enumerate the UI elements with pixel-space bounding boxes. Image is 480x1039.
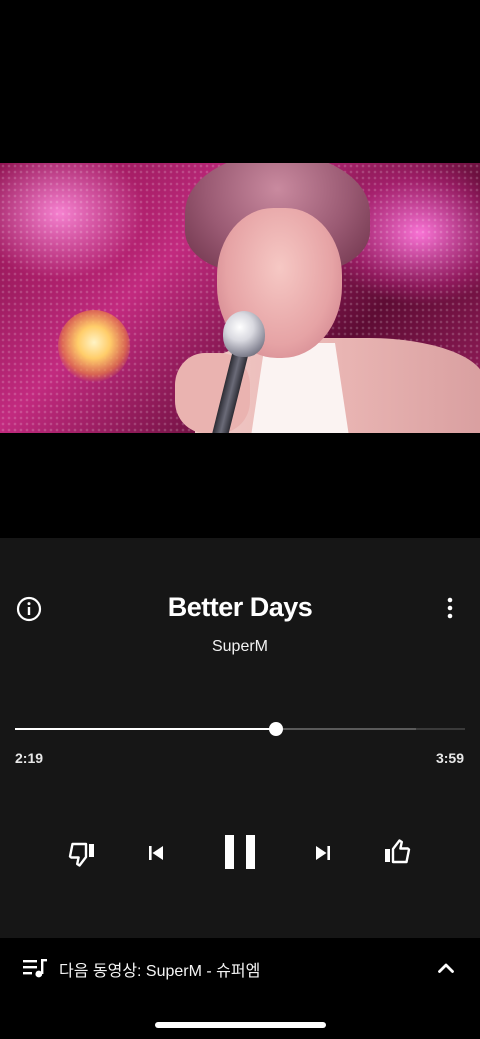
info-icon[interactable] [16,596,42,622]
microphone [223,311,265,357]
video-frame[interactable] [0,163,480,433]
more-vertical-icon[interactable] [438,596,462,622]
total-time: 3:59 [435,750,464,766]
light-bulb [58,310,130,382]
thumbs-down-icon[interactable] [66,838,98,870]
performer [165,163,480,433]
up-next-label[interactable]: 다음 동영상: SuperM - 슈퍼엠 [59,957,260,981]
chevron-up-icon[interactable] [434,956,458,980]
home-indicator[interactable] [155,1022,326,1028]
queue-music-icon [22,957,48,979]
song-title: Better Days [167,592,313,622]
thumbs-up-icon[interactable] [381,836,413,868]
progress-played [15,728,277,730]
elapsed-time: 2:19 [15,750,44,766]
progress-bar[interactable] [15,722,465,736]
skip-previous-icon[interactable] [144,841,168,865]
letterbox-top [0,0,480,163]
skip-next-icon[interactable] [311,841,335,865]
pause-icon[interactable] [220,831,260,873]
artist-name[interactable]: SuperM [60,638,420,656]
letterbox-bottom [0,433,480,538]
